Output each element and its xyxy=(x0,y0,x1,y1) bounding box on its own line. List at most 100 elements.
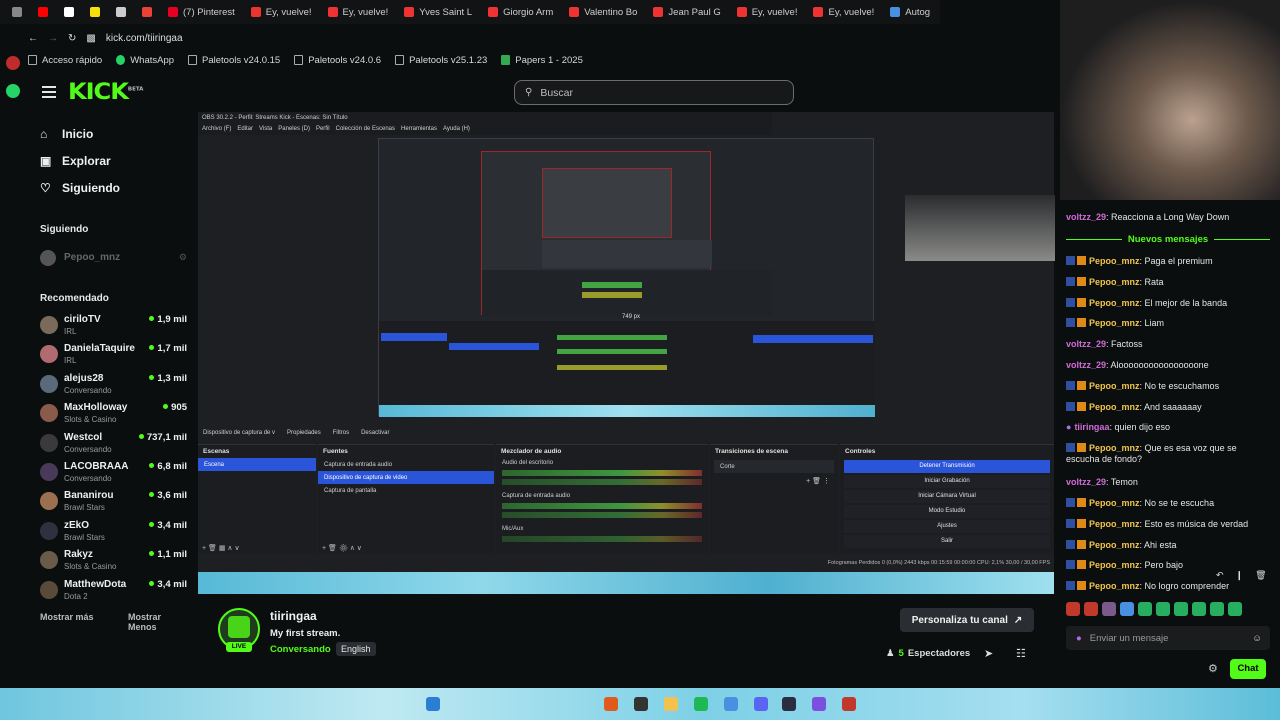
obs-menu-item[interactable]: Herramientas xyxy=(401,126,437,132)
obs-menu-item[interactable]: Paneles (D) xyxy=(278,126,310,132)
chat-username[interactable]: Pepoo_mnz xyxy=(1089,298,1140,308)
bookmark-item[interactable]: Paletools v24.0.6 xyxy=(294,55,381,66)
browser-tab[interactable]: Jean Paul G xyxy=(645,0,728,24)
chat-username[interactable]: Pepoo_mnz xyxy=(1089,402,1140,412)
channel-name[interactable]: tiiringaa xyxy=(270,609,317,623)
chat-username[interactable]: voltzz_29 xyxy=(1066,339,1106,349)
browser-tab[interactable]: Autog xyxy=(882,0,938,24)
pin-icon[interactable]: ❙ xyxy=(1236,570,1244,582)
obs-menu-item[interactable]: Archivo (F) xyxy=(202,126,231,132)
chat-username[interactable]: Pepoo_mnz xyxy=(1089,277,1140,287)
chat-username[interactable]: Pepoo_mnz xyxy=(1089,256,1140,266)
nav-item-explorar[interactable]: ▣ Explorar xyxy=(40,154,111,168)
search-input[interactable]: ⚲ Buscar xyxy=(514,80,794,105)
source-item[interactable]: Dispositivo de captura de video xyxy=(318,471,494,484)
scene-item[interactable]: Escena xyxy=(198,458,316,471)
menu-icon[interactable] xyxy=(42,86,56,98)
obs-menu-item[interactable]: Perfil xyxy=(316,126,330,132)
recommended-channel[interactable]: Rakyz Slots & Casino 1,1 mil xyxy=(40,549,190,577)
chat-send-button[interactable]: Chat xyxy=(1230,659,1266,679)
extension-icon[interactable] xyxy=(6,56,20,70)
studio-mode-button[interactable]: Modo Estudio xyxy=(844,505,1050,518)
stream-video-player[interactable]: OBS 30.2.2 - Perfil: Streams Kick - Esce… xyxy=(198,112,1054,594)
recommended-channel[interactable]: MaxHolloway Slots & Casino 905 xyxy=(40,402,190,430)
browser-tab[interactable]: Yves Saint L xyxy=(396,0,480,24)
recommended-channel[interactable]: Westcol Conversando 737,1 mil xyxy=(40,432,190,460)
show-less-link[interactable]: Mostrar Menos xyxy=(128,612,190,632)
browser-tab[interactable] xyxy=(56,0,82,24)
forward-icon[interactable]: → xyxy=(48,33,58,44)
chat-username[interactable]: voltzz_29 xyxy=(1066,360,1106,370)
taskbar-app-icon[interactable] xyxy=(664,697,678,711)
chat-username[interactable]: voltzz_29 xyxy=(1066,477,1106,487)
kick-logo[interactable]: KICKBETA xyxy=(68,80,143,105)
obs-source-toolbar-item[interactable]: Propiedades xyxy=(287,430,321,436)
browser-tab[interactable]: (7) Pinterest xyxy=(160,0,243,24)
bookmark-item[interactable]: Papers 1 - 2025 xyxy=(501,55,583,66)
recommended-channel[interactable]: alejus28 Conversando 1,3 mil xyxy=(40,373,190,401)
browser-tab[interactable]: Giorgio Arm xyxy=(480,0,561,24)
nav-item-siguiendo[interactable]: ♡ Siguiendo xyxy=(40,181,120,195)
browser-tab[interactable]: Ey, vuelve! xyxy=(320,0,397,24)
emote-icon[interactable] xyxy=(1228,602,1242,616)
source-item[interactable]: Captura de entrada audio xyxy=(318,458,494,471)
recommended-channel[interactable]: ciriloTV IRL 1,9 mil xyxy=(40,314,190,342)
browser-tab[interactable] xyxy=(134,0,160,24)
recommended-channel[interactable]: DanielaTaquire IRL 1,7 mil xyxy=(40,343,190,371)
chat-input[interactable]: ● Enviar un mensaje ☺ xyxy=(1066,626,1270,650)
bookmark-item[interactable]: Acceso rápido xyxy=(28,55,102,66)
undo-icon[interactable]: ↶ xyxy=(1216,570,1224,582)
chat-username[interactable]: Pepoo_mnz xyxy=(1089,381,1140,391)
recommended-channel[interactable]: MatthewDota Dota 2 3,4 mil xyxy=(40,579,190,607)
reload-icon[interactable]: ↻ xyxy=(68,33,76,44)
site-info-icon[interactable]: ▩ xyxy=(86,33,95,44)
share-icon[interactable]: ➤ xyxy=(984,647,993,660)
chat-username[interactable]: voltzz_29 xyxy=(1066,212,1106,222)
emote-icon[interactable] xyxy=(1210,602,1224,616)
chat-username[interactable]: Pepoo_mnz xyxy=(1089,498,1140,508)
source-item[interactable]: Captura de pantalla xyxy=(318,484,494,497)
bookmark-item[interactable]: Paletools v24.0.15 xyxy=(188,55,280,66)
obs-source-toolbar-item[interactable]: Desactivar xyxy=(361,430,389,436)
following-item[interactable]: Pepoo_mnz ⚙ xyxy=(40,248,190,276)
emote-icon[interactable] xyxy=(1084,602,1098,616)
taskbar-app-icon[interactable] xyxy=(812,697,826,711)
chat-username[interactable]: Pepoo_mnz xyxy=(1089,581,1140,591)
browser-tab[interactable]: Ey, vuelve! xyxy=(729,0,806,24)
language-tag[interactable]: English xyxy=(336,642,376,656)
start-recording-button[interactable]: Iniciar Grabación xyxy=(844,475,1050,488)
chat-username[interactable]: Pepoo_mnz xyxy=(1089,443,1140,453)
emote-icon[interactable] xyxy=(1192,602,1206,616)
exit-button[interactable]: Salir xyxy=(844,535,1050,548)
taskbar-app-icon[interactable] xyxy=(842,697,856,711)
transition-controls[interactable]: + 🗑 ⋮ xyxy=(806,477,830,485)
back-icon[interactable]: ← xyxy=(28,33,38,44)
scene-controls[interactable]: + 🗑 ▦ ∧ ∨ xyxy=(202,544,240,552)
recommended-channel[interactable]: Bananirou Brawl Stars 3,6 mil xyxy=(40,490,190,518)
chat-username[interactable]: tiiringaa xyxy=(1074,422,1109,432)
taskbar-app-icon[interactable] xyxy=(426,697,440,711)
emote-icon[interactable] xyxy=(1138,602,1152,616)
trash-icon[interactable]: 🗑 xyxy=(1255,570,1266,582)
chat-settings-icon[interactable]: ⚙ xyxy=(1208,662,1218,675)
taskbar-app-icon[interactable] xyxy=(634,697,648,711)
chat-username[interactable]: Pepoo_mnz xyxy=(1089,540,1140,550)
browser-tab[interactable]: Ey, vuelve! xyxy=(243,0,320,24)
emote-icon[interactable] xyxy=(1120,602,1134,616)
browser-tab[interactable] xyxy=(30,0,56,24)
obs-menu-item[interactable]: Vista xyxy=(259,126,272,132)
chat-username[interactable]: Pepoo_mnz xyxy=(1089,318,1140,328)
browser-tab[interactable]: Valentino Bo xyxy=(561,0,645,24)
emote-icon[interactable] xyxy=(1174,602,1188,616)
emote-icon[interactable] xyxy=(1066,602,1080,616)
obs-menu-item[interactable]: Editar xyxy=(237,126,253,132)
emote-icon[interactable] xyxy=(1102,602,1116,616)
taskbar-app-icon[interactable] xyxy=(604,697,618,711)
browser-tab[interactable] xyxy=(82,0,108,24)
nav-item-inicio[interactable]: ⌂ Inicio xyxy=(40,127,93,141)
obs-menu-item[interactable]: Colección de Escenas xyxy=(336,126,395,132)
whatsapp-icon[interactable] xyxy=(6,84,20,98)
taskbar-app-icon[interactable] xyxy=(694,697,708,711)
microphone-icon[interactable]: ● xyxy=(1076,633,1082,644)
recommended-channel[interactable]: LACOBRAAA Conversando 6,8 mil xyxy=(40,461,190,489)
